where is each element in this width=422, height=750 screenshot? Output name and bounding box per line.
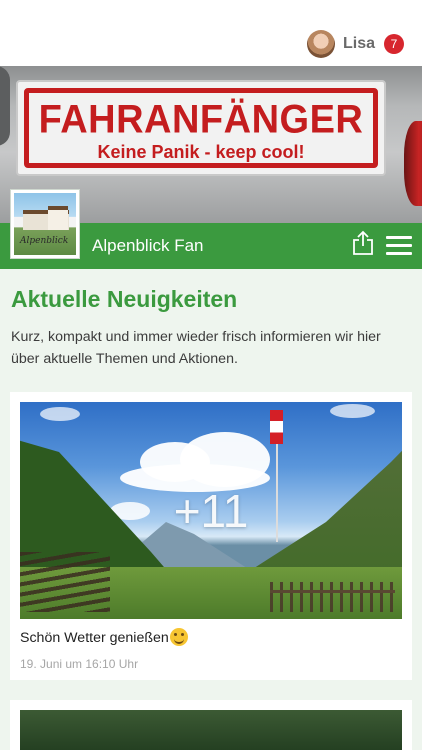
car-taillight-graphic: [404, 121, 422, 206]
post-photo[interactable]: +11: [20, 402, 402, 619]
post-photo[interactable]: [20, 710, 402, 750]
share-icon[interactable]: [352, 230, 374, 256]
notification-badge[interactable]: 7: [384, 34, 404, 54]
sign-title: FAHRANFÄNGER: [38, 97, 364, 143]
sign-subtitle: Keine Panik - keep cool!: [97, 142, 305, 162]
user-profile-button[interactable]: Lisa 7: [306, 28, 404, 60]
brand-name: Alpenblick Fan: [92, 236, 204, 255]
user-name[interactable]: Lisa: [343, 35, 375, 53]
hotel-photo: Alpenblick: [14, 193, 76, 255]
smiling-face-icon: [169, 628, 188, 646]
more-photos-count[interactable]: +11: [20, 402, 402, 619]
news-card[interactable]: [10, 700, 412, 750]
logo-script: Alpenblick: [20, 236, 69, 246]
post-date: 19. Juni um 16:10 Uhr: [20, 657, 139, 671]
hamburger-menu-icon[interactable]: [386, 236, 412, 256]
news-card[interactable]: +11 Schön Wetter genießen 19. Juni um 16…: [10, 392, 412, 680]
brand-logo[interactable]: Alpenblick: [10, 189, 80, 259]
top-bar: Lisa 7: [0, 0, 422, 66]
post-caption-text: Schön Wetter genießen: [20, 630, 169, 646]
section-title: Aktuelle Neuigkeiten: [11, 286, 238, 312]
sticker-sign: FAHRANFÄNGER Keine Panik - keep cool!: [16, 80, 386, 176]
car-mirror-graphic: [0, 66, 10, 146]
section-description: Kurz, kompakt und immer wieder frisch in…: [11, 329, 381, 367]
post-caption: Schön Wetter genießen: [20, 628, 188, 646]
avatar[interactable]: [306, 30, 335, 58]
